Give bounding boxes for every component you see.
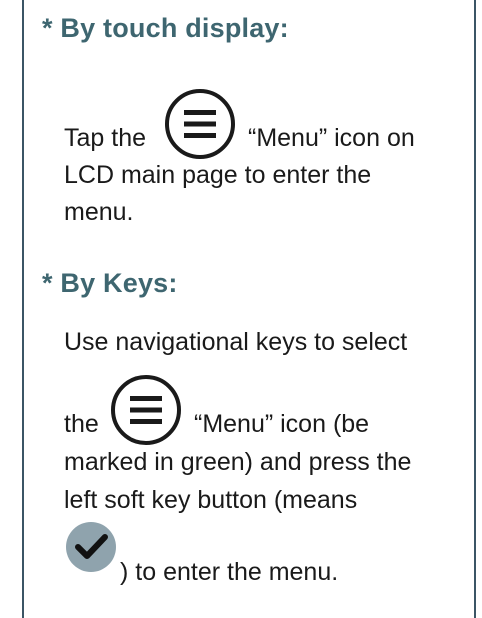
keys-line-2-before: the [64,410,99,438]
keys-line-4: left soft key button (means [64,486,358,514]
keys-line-1: Use navigational keys to select [64,328,408,356]
keys-heading: * By Keys: [42,268,178,298]
touch-line-3: menu. [64,198,134,226]
keys-line-5: ) to enter the menu. [120,558,339,586]
keys-line-3: marked in green) and press the [64,448,412,476]
touch-display-heading: * By touch display: [42,13,289,43]
menu-icon [111,375,181,445]
touch-line-1-after: “Menu” icon on [248,124,415,152]
keys-line-2-after: “Menu” icon (be [194,410,370,438]
menu-icon [165,89,235,159]
touch-line-1-before: Tap the [64,124,147,152]
touch-line-2: LCD main page to enter the [64,161,372,189]
check-icon [66,522,116,572]
